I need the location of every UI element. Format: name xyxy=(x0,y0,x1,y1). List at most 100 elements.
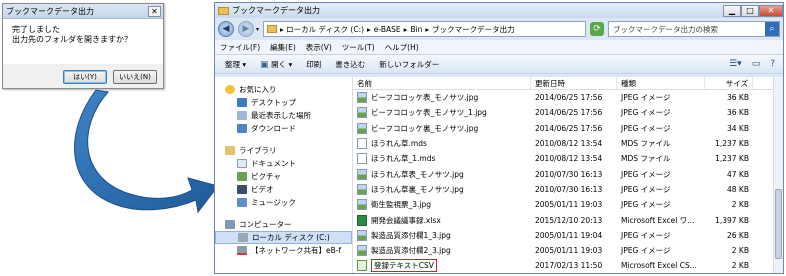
file-row[interactable]: ビーフコロッケ表_モノサツ_1.jpg 2014/06/25 17:56 JPEG … xyxy=(353,105,783,120)
maximize-button[interactable]: □ xyxy=(741,4,759,17)
preview-pane-icon[interactable]: ▭ xyxy=(752,59,761,69)
file-name-cell: 衛生監視票_3.jpg xyxy=(353,199,531,211)
file-row[interactable]: ほうれん草.mds 2010/08/12 13:54 MDS ファイル 1,237 K… xyxy=(353,136,783,151)
dialog-title: ブックマークデータ出力 xyxy=(6,6,94,16)
sidebar-item-network-share[interactable]: 【ネットワーク共有】eB-f xyxy=(215,244,352,257)
dialog-message-line1: 完了しました xyxy=(12,25,60,34)
minimize-button[interactable]: ▁ xyxy=(723,4,741,17)
file-size: 2 KB xyxy=(731,261,749,271)
column-name[interactable]: 名前 xyxy=(353,77,531,89)
dialog-close-button[interactable]: ✕ xyxy=(148,5,161,17)
sidebar-item-recent[interactable]: 最近表示した場所 xyxy=(215,109,352,122)
file-type: JPEG イメージ xyxy=(621,230,671,240)
menu-file[interactable]: ファイル(F) xyxy=(220,42,260,53)
sidebar-item-documents[interactable]: ドキュメント xyxy=(215,157,352,170)
column-header-row: 名前 更新日時 種類 サイズ xyxy=(353,77,783,90)
column-type[interactable]: 種類 xyxy=(617,77,705,89)
file-type: JPEG イメージ xyxy=(621,93,671,103)
address-bar[interactable]: ▸ ローカル ディスク (C:) ▸ e-BASE ▸ Bin ▸ ブックマーク… xyxy=(263,21,587,37)
file-row[interactable]: 製造品質添付欄2_3.jpg 2005/01/11 19:03 JPEG イメージ 2… xyxy=(353,243,783,258)
refresh-icon[interactable]: ⟳ xyxy=(590,22,605,36)
file-row[interactable]: ほうれん草_1.mds 2010/08/12 13:54 MDS ファイル 1,237… xyxy=(353,151,783,166)
file-row[interactable]: 衛生監視票_3.jpg 2005/01/11 19:03 JPEG イメージ 2 KB xyxy=(353,197,783,212)
file-name: ほうれん草_1.mds xyxy=(371,154,436,164)
history-dropdown-icon[interactable]: ▾ xyxy=(256,26,259,33)
file-name: 衛生監視票_3.jpg xyxy=(371,200,432,210)
file-row[interactable]: ビーフコロッケ表_モノサツ.jpg 2014/06/25 17:56 JPEG イメ… xyxy=(353,90,783,105)
new-folder-button[interactable]: 新しいフォルダー xyxy=(379,59,439,70)
sidebar-item-pictures[interactable]: ピクチャ xyxy=(215,170,352,183)
file-name: ほうれん草.mds xyxy=(371,139,427,149)
vertical-scrollbar[interactable] xyxy=(773,77,783,273)
file-type: Microsoft Excel ワ... xyxy=(621,215,695,225)
sidebar-item-computer[interactable]: コンピューター xyxy=(215,218,352,231)
view-options-icon[interactable]: ☰▾ xyxy=(729,59,742,69)
help-icon[interactable]: ? xyxy=(770,59,775,69)
search-input[interactable]: ブックマークデータ出力の検索 ⌕ xyxy=(608,21,780,37)
sidebar-item-label: 最近表示した場所 xyxy=(251,111,311,120)
breadcrumb-current-folder[interactable]: ブックマークデータ出力 xyxy=(432,24,515,35)
dialog-titlebar[interactable]: ブックマークデータ出力 ✕ xyxy=(3,4,163,19)
sidebar-item-local-disk[interactable]: ローカル ディスク (C:) xyxy=(215,231,352,244)
dialog-body: 完了しました 出力先のフォルダを開きますか？ xyxy=(3,19,163,64)
sidebar-item-desktop[interactable]: デスクトップ xyxy=(215,96,352,109)
sidebar-item-music[interactable]: ミュージック xyxy=(215,196,352,209)
search-placeholder: ブックマークデータ出力の検索 xyxy=(613,24,719,34)
file-size: 47 KB xyxy=(727,169,749,179)
breadcrumb-ebase[interactable]: e-BASE xyxy=(374,25,401,34)
file-type: JPEG イメージ xyxy=(621,200,671,210)
file-name-cell: ほうれん草表_モノサツ.jpg xyxy=(353,168,531,180)
csv-file-icon xyxy=(357,260,367,272)
file-name: ビーフコロッケ表_モノサツ.jpg xyxy=(371,93,479,103)
file-type: JPEG イメージ xyxy=(621,184,671,194)
explorer-title: ブックマークデータ出力 xyxy=(232,6,320,15)
file-date: 2014/06/25 17:56 xyxy=(535,123,603,133)
burn-button[interactable]: 書き込む xyxy=(335,59,365,70)
no-button[interactable]: いいえ(N) xyxy=(113,70,157,84)
organize-button[interactable]: 整理 ▾ xyxy=(225,59,246,70)
file-row[interactable]: 開発会議議事録.xlsx 2015/12/10 20:13 Microsoft Ex… xyxy=(353,212,783,227)
file-row[interactable]: 登録テキストCSV 2017/02/13 11:50 Microsoft Excel… xyxy=(353,258,783,273)
menu-bar: ファイル(F) 編集(E) 表示(V) ツール(T) ヘルプ(H) xyxy=(215,40,783,54)
folder-icon xyxy=(218,6,229,15)
sidebar-item-favorites[interactable]: お気に入り xyxy=(215,83,352,96)
close-button[interactable]: ✕ xyxy=(759,4,783,17)
open-button[interactable]: ▣ 開く ▾ xyxy=(260,59,292,70)
sidebar-item-videos[interactable]: ビデオ xyxy=(215,183,352,196)
file-size: 1,237 KB xyxy=(715,139,749,149)
explorer-titlebar[interactable]: ブックマークデータ出力 ▁ □ ✕ xyxy=(215,3,783,18)
yes-button[interactable]: はい(Y) xyxy=(63,70,107,84)
file-name-cell: ほうれん草裏_モノサツ.jpg xyxy=(353,183,531,195)
desktop-icon xyxy=(237,98,247,107)
file-row[interactable]: ビーフコロッケ裏_モノサツ.jpg 2014/06/25 17:56 JPEG イメ… xyxy=(353,121,783,136)
menu-view[interactable]: 表示(V) xyxy=(306,42,332,53)
sidebar-item-downloads[interactable]: ダウンロード xyxy=(215,122,352,135)
file-size: 1,237 KB xyxy=(715,154,749,164)
file-row[interactable]: 製造品質添付欄1_3.jpg 2005/01/11 19:04 JPEG イメージ 2… xyxy=(353,228,783,243)
file-name-cell: ビーフコロッケ表_モノサツ_1.jpg xyxy=(353,107,531,119)
file-size: 36 KB xyxy=(727,93,749,103)
breadcrumb-bin[interactable]: Bin xyxy=(410,25,422,34)
menu-tools[interactable]: ツール(T) xyxy=(342,42,375,53)
file-name: 製造品質添付欄1_3.jpg xyxy=(371,230,451,240)
file-name: 開発会議議事録.xlsx xyxy=(371,215,441,225)
sidebar-item-label: ライブラリ xyxy=(239,146,277,155)
column-size[interactable]: サイズ xyxy=(705,77,753,89)
sidebar-item-libraries[interactable]: ライブラリ xyxy=(215,144,352,157)
downloads-icon xyxy=(237,124,247,133)
column-date[interactable]: 更新日時 xyxy=(531,77,617,89)
print-button[interactable]: 印刷 xyxy=(306,59,321,70)
scrollbar-thumb[interactable] xyxy=(775,189,782,259)
file-type: JPEG イメージ xyxy=(621,108,671,118)
file-row[interactable]: ほうれん草裏_モノサツ.jpg 2010/07/30 16:13 JPEG イメージ… xyxy=(353,182,783,197)
file-row[interactable]: ほうれん草表_モノサツ.jpg 2010/07/30 16:13 JPEG イメージ… xyxy=(353,166,783,181)
search-icon[interactable]: ⌕ xyxy=(765,22,779,36)
breadcrumb-local-disk[interactable]: ローカル ディスク (C:) xyxy=(286,24,364,35)
menu-edit[interactable]: 編集(E) xyxy=(270,42,296,53)
content-area: お気に入り デスクトップ 最近表示した場所 ダウンロード ライブラリ ドキュメン… xyxy=(215,77,783,273)
file-name: ほうれん草表_モノサツ.jpg xyxy=(371,169,464,179)
menu-help[interactable]: ヘルプ(H) xyxy=(385,42,419,53)
address-arrow-icon: ▸ xyxy=(280,24,284,34)
forward-button[interactable]: ▶ xyxy=(238,21,254,37)
back-button[interactable]: ◀ xyxy=(218,21,234,37)
